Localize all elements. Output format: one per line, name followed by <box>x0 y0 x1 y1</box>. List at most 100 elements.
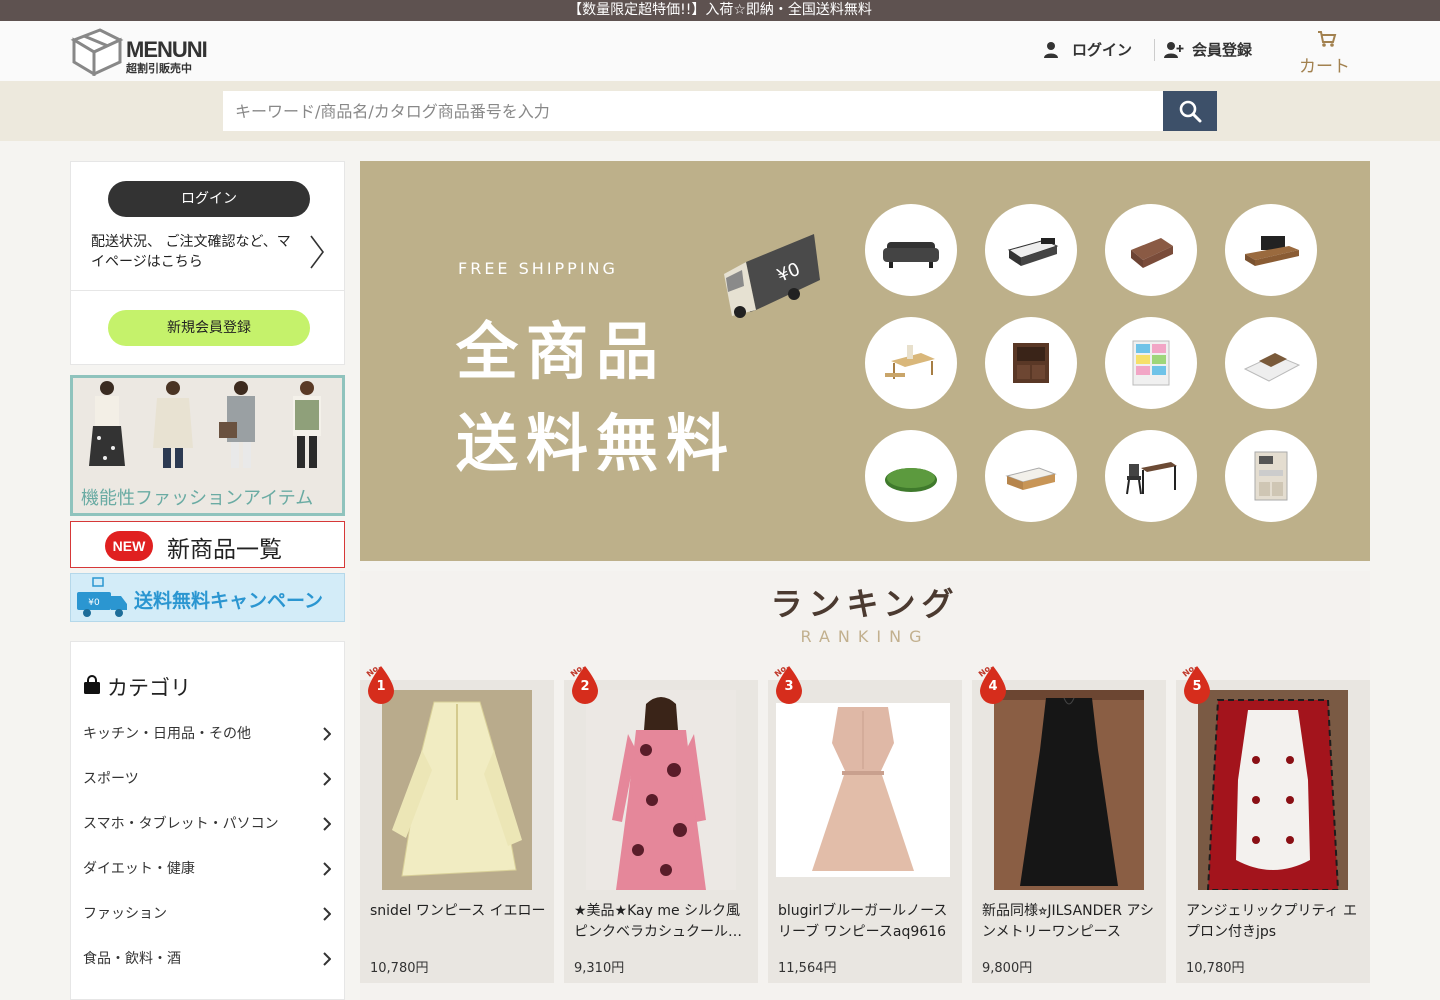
furniture-tv-stand-thumb <box>1225 204 1317 296</box>
fashion-model-image <box>79 378 135 470</box>
sidebar-login-button[interactable]: ログイン <box>108 181 310 217</box>
product-price: 10,780円 <box>1186 961 1245 976</box>
sidebar-register-button[interactable]: 新規会員登録 <box>108 310 310 346</box>
product-price: 9,800円 <box>982 961 1033 976</box>
search-input[interactable] <box>223 91 1163 131</box>
user-plus-icon <box>1164 42 1184 58</box>
furniture-desk-chair-thumb <box>1105 430 1197 522</box>
product-name[interactable]: アンジェリックプリティ エプロン付きjps <box>1186 901 1364 943</box>
chevron-right-icon <box>323 907 331 921</box>
furniture-cabinet-thumb <box>985 317 1077 409</box>
product-image <box>382 690 532 890</box>
furniture-rug-thumb <box>865 430 957 522</box>
delivery-truck-icon: ¥0 <box>724 234 820 318</box>
logo-subtitle: 超割引販売中 <box>126 62 192 75</box>
dining-table-icon <box>885 345 935 379</box>
rank-number: 4 <box>988 679 998 694</box>
product-image <box>776 703 950 877</box>
chevron-right-icon[interactable] <box>309 234 325 270</box>
ranking-title: ランキング <box>770 585 960 623</box>
rank-number: 1 <box>376 679 386 694</box>
header-divider <box>1154 39 1155 61</box>
category-item-label: キッチン・日用品・その他 <box>83 726 251 742</box>
product-name[interactable]: ★美品★Kay me シルク風 ピンクベラカシュクール… <box>574 901 752 943</box>
product-image <box>1198 690 1348 890</box>
bed-icon <box>1007 238 1059 266</box>
free-shipping-label: 送料無料キャンペーン <box>134 590 324 612</box>
furniture-dining-set-thumb <box>865 317 957 409</box>
new-products-banner[interactable]: NEW 新商品一覧 <box>70 521 345 568</box>
shopping-bag-icon <box>84 675 100 694</box>
rank-number: 2 <box>580 679 590 694</box>
category-item[interactable]: 食品・飲料・酒 <box>83 944 335 974</box>
ranking-product-card[interactable]: アンジェリックプリティ エプロン付きjps 10,780円 No. 5 <box>1176 662 1370 983</box>
cabinet-icon <box>1013 343 1049 383</box>
kitchen-rack-icon <box>1254 451 1288 501</box>
rank-badge: No. 4 <box>976 662 1010 704</box>
box-logo-icon <box>70 28 124 76</box>
search-button[interactable] <box>1163 91 1217 131</box>
furniture-bed-thumb <box>985 204 1077 296</box>
product-price: 10,780円 <box>370 961 429 976</box>
chevron-right-icon <box>323 772 331 786</box>
sidebar-login-panel: ログイン 配送状況、 ご注文確認など、マイページはこちら 新規会員登録 <box>70 161 345 365</box>
ranking-product-card[interactable]: ★美品★Kay me シルク風 ピンクベラカシュクール… 9,310円 No. … <box>564 662 758 983</box>
ranking-section: ランキング RANKING snidel ワンピース イエロー 10,780円 … <box>360 571 1370 1000</box>
low-table-icon <box>1005 467 1057 490</box>
hero-free-shipping: FREE SHIPPING <box>458 259 618 278</box>
furniture-low-table-thumb <box>985 430 1077 522</box>
tv-stand-icon <box>1245 236 1299 266</box>
search-band <box>0 81 1440 141</box>
chevron-right-icon <box>323 727 331 741</box>
category-item[interactable]: ダイエット・健康 <box>83 854 335 884</box>
cart-icon <box>1318 31 1337 47</box>
product-image <box>586 690 736 890</box>
rank-badge: No. 2 <box>568 662 602 704</box>
free-shipping-banner[interactable]: ¥0 送料無料キャンペーン <box>70 573 345 622</box>
svg-text:¥0: ¥0 <box>88 598 100 608</box>
mypage-link-text[interactable]: 配送状況、 ご注文確認など、マイページはこちら <box>91 232 291 272</box>
category-title-label: カテゴリ <box>107 676 191 700</box>
fashion-model-image <box>145 378 201 470</box>
header-register-label: 会員登録 <box>1192 41 1253 59</box>
furniture-kotatsu-thumb <box>1225 317 1317 409</box>
category-panel: カテゴリ キッチン・日用品・その他 スポーツ スマホ・タブレット・パソコン ダイ… <box>70 641 345 1000</box>
category-item[interactable]: ファッション <box>83 899 335 929</box>
ranking-product-card[interactable]: blugirlブルーガールノースリーブ ワンピースaq9616 11,564円 … <box>768 662 962 983</box>
rank-number: 5 <box>1192 679 1202 694</box>
site-header: MENUNI 超割引販売中 ログイン 会員登録 カート <box>0 21 1440 81</box>
site-logo[interactable]: MENUNI 超割引販売中 <box>70 26 220 76</box>
kotatsu-icon <box>1243 353 1301 382</box>
ranking-product-card[interactable]: snidel ワンピース イエロー 10,780円 No. 1 <box>360 662 554 983</box>
chevron-right-icon <box>323 817 331 831</box>
category-item-label: スポーツ <box>83 771 139 787</box>
product-name[interactable]: snidel ワンピース イエロー <box>370 901 548 943</box>
cart-link[interactable]: カート <box>1297 30 1357 77</box>
category-item-label: 食品・飲料・酒 <box>83 951 181 967</box>
product-price: 9,310円 <box>574 961 625 976</box>
rank-badge: No. 3 <box>772 662 806 704</box>
sofa-icon <box>883 242 939 268</box>
hero-banner[interactable]: FREE SHIPPING 全商品 送料無料 ¥0 <box>360 161 1370 561</box>
furniture-kitchen-rack-thumb <box>1225 430 1317 522</box>
product-name[interactable]: 新品同様⭐︎JILSANDER アシンメトリーワンピース <box>982 901 1160 943</box>
category-item[interactable]: スマホ・タブレット・パソコン <box>83 809 335 839</box>
category-item-label: ダイエット・健康 <box>83 861 195 877</box>
ranking-product-card[interactable]: 新品同様⭐︎JILSANDER アシンメトリーワンピース 9,800円 No. … <box>972 662 1166 983</box>
category-item[interactable]: スポーツ <box>83 764 335 794</box>
fashion-model-image <box>279 378 335 470</box>
ranking-subtitle: RANKING <box>800 627 930 646</box>
user-icon <box>1044 42 1058 58</box>
category-item[interactable]: キッチン・日用品・その他 <box>83 719 335 749</box>
hero-headline-1: 全商品 <box>456 315 667 388</box>
category-item-label: ファッション <box>83 906 167 922</box>
rank-number: 3 <box>784 679 794 694</box>
bedding-icon <box>1131 238 1173 268</box>
product-price: 11,564円 <box>778 961 837 976</box>
furniture-bedding-thumb <box>1105 204 1197 296</box>
product-name[interactable]: blugirlブルーガールノースリーブ ワンピースaq9616 <box>778 901 956 943</box>
rug-icon <box>885 468 937 492</box>
furniture-sofa-thumb <box>865 204 957 296</box>
search-icon <box>1179 100 1202 123</box>
fashion-banner[interactable]: 機能性ファッションアイテム <box>70 375 345 516</box>
